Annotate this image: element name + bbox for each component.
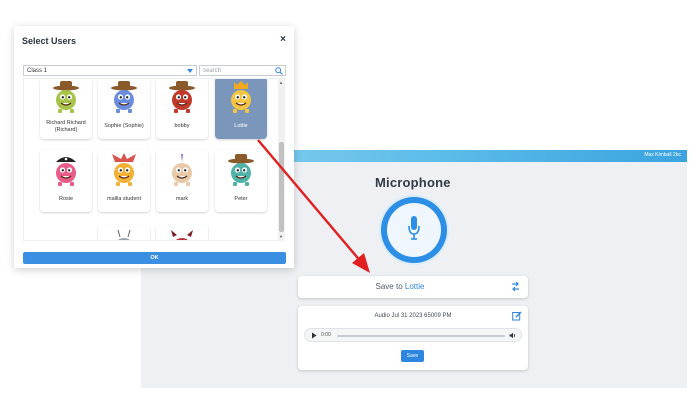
- annotation-arrow: [257, 139, 370, 273]
- screen: Max Kimball 2bc Microphone Save to Lotti…: [0, 0, 700, 406]
